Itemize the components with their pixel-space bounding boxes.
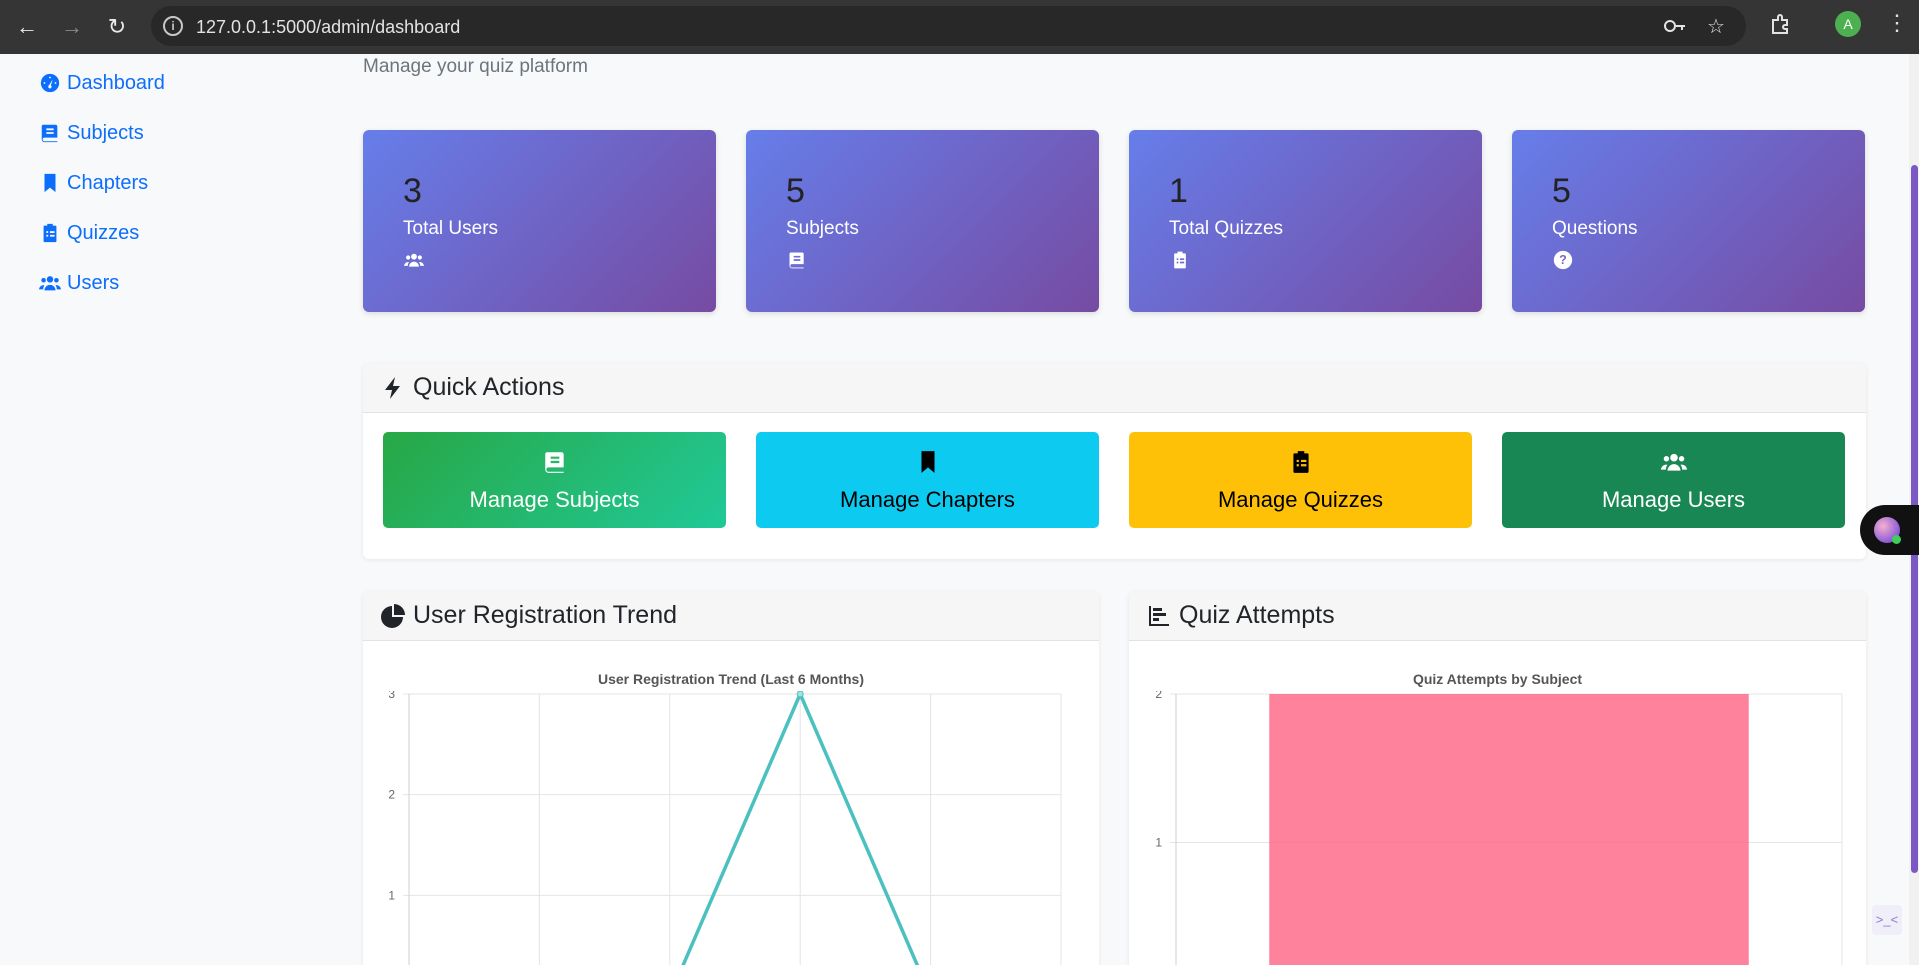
sidebar-item-label: Quizzes (67, 221, 140, 244)
stat-value: 3 (403, 172, 422, 210)
sidebar: Dashboard Subjects Chapters Quizzes User… (0, 54, 340, 965)
book-icon (544, 452, 564, 473)
y-tick-label: 1 (1155, 836, 1162, 850)
question-circle-icon: ? (1552, 250, 1576, 272)
sidebar-item-chapters[interactable]: Chapters (39, 168, 148, 198)
bolt-icon (385, 376, 400, 399)
back-arrow-icon[interactable]: ← (13, 13, 41, 41)
forward-arrow-icon[interactable]: → (58, 13, 86, 41)
panel-header: Quiz Attempts (1129, 591, 1866, 641)
manage-subjects-button[interactable]: Manage Subjects (383, 432, 726, 528)
button-label: Manage Users (1601, 487, 1746, 512)
manage-chapters-button[interactable]: Manage Chapters (756, 432, 1099, 528)
stat-label: Questions (1552, 218, 1638, 239)
reload-icon[interactable]: ↻ (103, 13, 131, 41)
page-subtitle: Manage your quiz platform (363, 56, 588, 77)
button-label: Manage Chapters (840, 487, 1015, 512)
sidebar-item-quizzes[interactable]: Quizzes (39, 218, 139, 248)
stat-value: 1 (1169, 172, 1188, 210)
panel-title: Quick Actions (413, 373, 565, 401)
sidebar-item-users[interactable]: Users (39, 268, 119, 298)
manage-users-button[interactable]: Manage Users (1502, 432, 1845, 528)
extensions-icon[interactable] (1770, 13, 1792, 35)
bar-chart-icon (1149, 605, 1169, 626)
online-dot-icon (1892, 535, 1901, 544)
panel-header: User Registration Trend (363, 591, 1099, 641)
pie-chart-icon (381, 603, 405, 628)
stat-label: Total Users (403, 218, 499, 239)
key-icon[interactable] (1663, 17, 1687, 35)
stat-value: 5 (1552, 172, 1571, 210)
tachometer-icon (40, 73, 60, 93)
y-tick-label: 1 (388, 888, 395, 902)
registration-line-chart: 3 2 1 (388, 691, 1062, 965)
sidebar-item-label: Chapters (67, 171, 149, 194)
users-icon (1660, 453, 1687, 471)
quick-actions-panel: Quick Actions Manage Subjects Manage Cha… (363, 363, 1866, 559)
clipboard-list-icon (43, 223, 57, 243)
book-icon (786, 250, 810, 272)
sidebar-item-label: Subjects (67, 121, 144, 144)
button-label: Manage Quizzes (1217, 487, 1384, 512)
y-tick-label: 2 (1155, 691, 1162, 701)
stat-label: Subjects (786, 218, 859, 239)
code-widget-icon[interactable]: >_< (1872, 905, 1902, 935)
stat-card-quizzes: 1 Total Quizzes (1129, 130, 1482, 312)
chart-title: Quiz Attempts by Subject (1412, 671, 1583, 687)
clipboard-list-icon (1292, 451, 1309, 473)
book-icon (41, 124, 58, 143)
clipboard-list-icon (1169, 250, 1193, 272)
assistant-launcher-button[interactable] (1860, 505, 1919, 555)
manage-quizzes-button[interactable]: Manage Quizzes (1129, 432, 1472, 528)
quiz-attempts-bar-chart: 21 (1155, 691, 1843, 965)
stat-card-subjects: 5 Subjects (746, 130, 1099, 312)
users-icon (39, 276, 61, 291)
svg-text:?: ? (1559, 253, 1567, 267)
quiz-attempts-panel: Quiz Attempts Quiz Attempts by Subject 2… (1129, 591, 1866, 965)
panel-title: User Registration Trend (413, 601, 678, 629)
bar (1269, 694, 1749, 965)
stat-card-questions: 5 Questions ? (1512, 130, 1865, 312)
series-line (681, 692, 920, 965)
bookmark-icon (44, 173, 56, 193)
url-text[interactable]: 127.0.0.1:5000/admin/dashboard (196, 17, 460, 38)
stat-label: Total Quizzes (1169, 218, 1284, 239)
profile-avatar[interactable]: A (1835, 11, 1861, 37)
site-info-icon[interactable]: i (163, 16, 183, 36)
browser-toolbar: ← → ↻ i 127.0.0.1:5000/admin/dashboard ☆… (0, 0, 1919, 54)
registration-trend-panel: User Registration Trend User Registratio… (363, 591, 1099, 965)
panel-header: Quick Actions (363, 363, 1866, 413)
sidebar-item-dashboard[interactable]: Dashboard (39, 68, 165, 98)
button-label: Manage Subjects (469, 487, 640, 512)
data-point (796, 691, 804, 698)
more-menu-icon[interactable]: ⋮ (1886, 10, 1908, 36)
sidebar-item-label: Users (67, 271, 120, 294)
bookmark-icon (921, 451, 934, 473)
sidebar-item-label: Dashboard (67, 71, 165, 94)
stat-value: 5 (786, 172, 805, 210)
star-icon[interactable]: ☆ (1707, 14, 1725, 39)
y-tick-label: 3 (388, 691, 395, 701)
address-bar[interactable]: i 127.0.0.1:5000/admin/dashboard ☆ (151, 6, 1746, 46)
y-tick-label: 2 (388, 788, 395, 802)
users-icon (403, 250, 427, 272)
sidebar-item-subjects[interactable]: Subjects (39, 118, 144, 148)
panel-title: Quiz Attempts (1179, 601, 1335, 629)
chart-title: User Registration Trend (Last 6 Months) (597, 671, 865, 687)
stat-card-users: 3 Total Users (363, 130, 716, 312)
